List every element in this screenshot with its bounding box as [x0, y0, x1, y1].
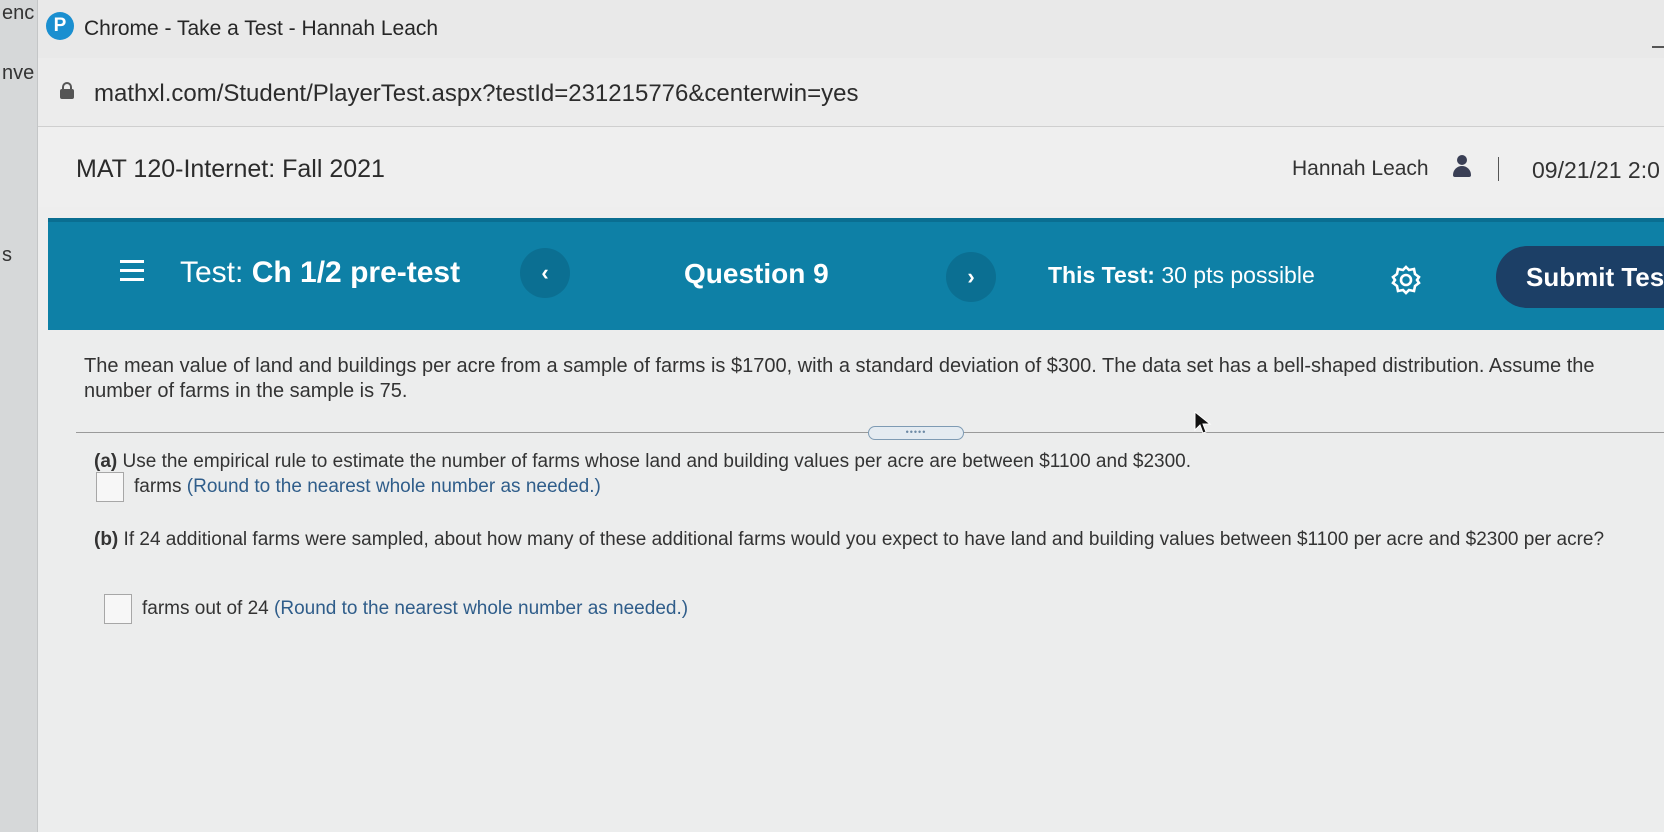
- part-a-unit: farms: [134, 476, 182, 497]
- mouse-cursor-icon: [1194, 410, 1212, 434]
- part-b-hint: (Round to the nearest whole number as ne…: [274, 598, 689, 619]
- course-header: MAT 120-Internet: Fall 2021 Hannah Leach…: [38, 127, 1664, 207]
- part-b-unit: farms out of 24: [142, 598, 269, 619]
- background-window-text-mid: nve: [2, 62, 35, 84]
- next-question-button[interactable]: ›: [946, 252, 996, 302]
- test-name: Ch 1/2 pre-test: [251, 256, 461, 289]
- part-a-answer-input[interactable]: [96, 472, 124, 502]
- test-title-prefix: Test:: [180, 256, 244, 289]
- url-text[interactable]: mathxl.com/Student/PlayerTest.aspx?testI…: [94, 80, 858, 108]
- part-a-answer-row: farms (Round to the nearest whole number…: [96, 472, 601, 502]
- test-title: Test: Ch 1/2 pre-test: [180, 256, 460, 290]
- part-b-label: (b): [94, 529, 119, 550]
- window-title: Chrome - Take a Test - Hannah Leach: [84, 17, 439, 40]
- part-b-answer-row: farms out of 24 (Round to the nearest wh…: [104, 594, 688, 624]
- this-test-value: 30 pts possible: [1161, 262, 1315, 288]
- course-title: MAT 120-Internet: Fall 2021: [76, 155, 385, 183]
- window-titlebar: P Chrome - Take a Test - Hannah Leach: [38, 0, 1664, 58]
- user-name[interactable]: Hannah Leach: [1292, 157, 1429, 181]
- lock-icon[interactable]: [60, 82, 74, 99]
- part-b-question: (b) If 24 additional farms were sampled,…: [94, 528, 1654, 552]
- this-test-points: This Test: 30 pts possible: [1048, 262, 1315, 289]
- submit-test-button[interactable]: Submit Test: [1496, 246, 1664, 308]
- part-a-text: Use the empirical rule to estimate the n…: [122, 451, 1192, 472]
- minimize-icon[interactable]: [1652, 46, 1664, 48]
- part-b-answer-input[interactable]: [104, 594, 132, 624]
- part-a-question: (a) Use the empirical rule to estimate t…: [94, 450, 1634, 474]
- test-navbar: Test: Ch 1/2 pre-test ‹ Question 9 › Thi…: [48, 218, 1664, 330]
- browser-window: P Chrome - Take a Test - Hannah Leach ma…: [38, 0, 1664, 832]
- background-window-text-low: s: [2, 244, 12, 266]
- background-window-text-top: enc: [2, 2, 35, 24]
- date-time: 09/21/21 2:0: [1532, 157, 1660, 183]
- background-window-strip: enc nve s: [0, 0, 38, 832]
- previous-question-button[interactable]: ‹: [520, 248, 570, 298]
- part-a-label: (a): [94, 451, 118, 472]
- user-icon[interactable]: [1452, 155, 1472, 179]
- question-content: The mean value of land and buildings per…: [38, 330, 1664, 832]
- problem-statement: The mean value of land and buildings per…: [84, 355, 1595, 402]
- pearson-logo-icon: P: [46, 12, 74, 40]
- part-b-text: If 24 additional farms were sampled, abo…: [123, 529, 1605, 550]
- address-bar[interactable]: mathxl.com/Student/PlayerTest.aspx?testI…: [38, 58, 1664, 126]
- part-a-hint: (Round to the nearest whole number as ne…: [186, 476, 601, 497]
- this-test-prefix: This Test:: [1048, 262, 1155, 288]
- pane-resize-handle[interactable]: •••••: [868, 426, 964, 440]
- menu-icon[interactable]: [120, 260, 144, 282]
- gear-icon[interactable]: [1390, 264, 1422, 296]
- question-number[interactable]: Question 9: [684, 258, 829, 290]
- header-divider: [1498, 157, 1499, 181]
